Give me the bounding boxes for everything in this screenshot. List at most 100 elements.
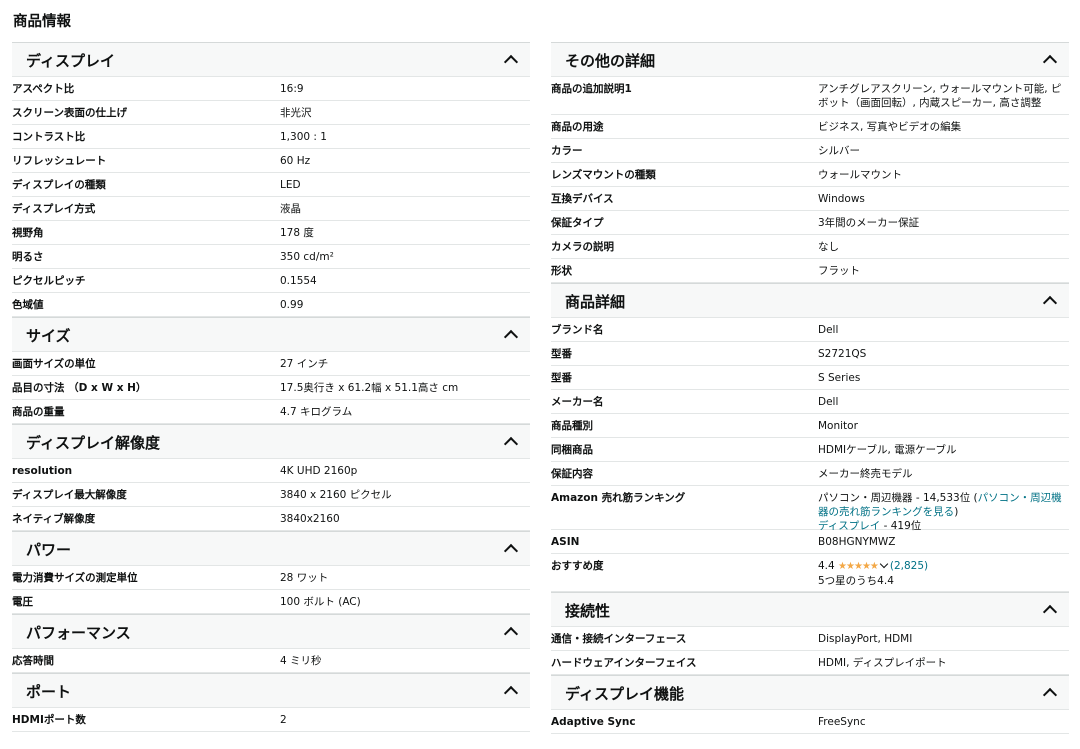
spec-key: 型番 <box>551 372 572 384</box>
spec-row: ディスプレイ最大解像度 3840 x 2160 ピクセル <box>12 483 530 507</box>
chevron-up-icon[interactable] <box>503 54 519 70</box>
spec-key: 商品の重量 <box>12 406 65 418</box>
chevron-up-icon[interactable] <box>503 543 519 559</box>
spec-key: 電力消費サイズの測定単位 <box>12 572 138 584</box>
chevron-up-icon[interactable] <box>1042 604 1058 620</box>
spec-row: 型番 S Series <box>551 366 1069 390</box>
section-header[interactable]: パワー <box>12 531 530 566</box>
spec-value: LED <box>280 179 301 191</box>
spec-row: 互換デバイス Windows <box>551 187 1069 211</box>
section-header[interactable]: パフォーマンス <box>12 614 530 649</box>
spec-value: Dell <box>818 324 839 336</box>
chevron-up-icon[interactable] <box>1042 295 1058 311</box>
page-title: 商品情報 <box>13 14 71 30</box>
spec-key: カラー <box>551 145 583 157</box>
section-header[interactable]: その他の詳細 <box>551 42 1069 77</box>
spec-key: 電圧 <box>12 596 33 608</box>
spec-row: ディスプレイ方式 液晶 <box>12 197 530 221</box>
spec-value: B08HGNYMWZ <box>818 536 896 548</box>
spec-value: 3840x2160 <box>280 513 340 525</box>
spec-row-rating: おすすめ度 4.4 ★★★★★ (2,825) 5つ星のうち4.4 <box>551 554 1069 592</box>
section-header[interactable]: ディスプレイ機能 <box>551 675 1069 710</box>
spec-row: 画面サイズの単位 27 インチ <box>12 352 530 376</box>
chevron-up-icon[interactable] <box>503 626 519 642</box>
section-title: ポート <box>26 683 72 701</box>
spec-value: 1,300 : 1 <box>280 131 327 143</box>
chevron-down-icon[interactable] <box>879 559 889 569</box>
section: パフォーマンス 応答時間 4 ミリ秒 <box>12 614 530 673</box>
spec-value: 液晶 <box>280 203 301 215</box>
spec-key: ピクセルピッチ <box>12 275 86 287</box>
section-header[interactable]: ディスプレイ解像度 <box>12 424 530 459</box>
spec-row: カメラの説明 なし <box>551 235 1069 259</box>
spec-row: ネイティブ解像度 3840x2160 <box>12 507 530 531</box>
spec-row-ranking: Amazon 売れ筋ランキング パソコン・周辺機器 - 14,533位 (パソコ… <box>551 486 1069 533</box>
spec-row: HDMIポート数 2 <box>12 708 530 732</box>
spec-value: 28 ワット <box>280 572 329 584</box>
spec-value: HDMIケーブル, 電源ケーブル <box>818 444 957 456</box>
rating-count-link[interactable]: (2,825) <box>890 560 928 572</box>
spec-key: ブランド名 <box>551 324 604 336</box>
spec-key: ハードウェアインターフェイス <box>551 657 697 669</box>
rank-close: ) <box>954 506 959 518</box>
spec-row: 保証内容 メーカー終売モデル <box>551 462 1069 486</box>
spec-row: メーカー名 Dell <box>551 390 1069 414</box>
spec-key: 互換デバイス <box>551 193 614 205</box>
section: ディスプレイ アスペクト比 16:9 スクリーン表面の仕上げ 非光沢 コントラス… <box>12 42 530 317</box>
spec-row: 明るさ 350 cd/m² <box>12 245 530 269</box>
spec-value: FreeSync <box>818 716 866 728</box>
section: ディスプレイ解像度 resolution 4K UHD 2160p ディスプレイ… <box>12 424 530 531</box>
spec-row: ブランド名 Dell <box>551 318 1069 342</box>
spec-key: 応答時間 <box>12 655 54 667</box>
spec-key: 明るさ <box>12 251 44 263</box>
spec-row: 商品の用途 ビジネス, 写真やビデオの編集 <box>551 115 1069 139</box>
star-rating-icon[interactable]: ★★★★★ <box>838 561 879 572</box>
chevron-up-icon[interactable] <box>503 329 519 345</box>
rank-category-text: パソコン・周辺機器 - 14,533位 ( <box>818 492 978 504</box>
chevron-up-icon[interactable] <box>503 685 519 701</box>
section-header[interactable]: ポート <box>12 673 530 708</box>
spec-value: 350 cd/m² <box>280 251 334 263</box>
section: サイズ 画面サイズの単位 27 インチ 品目の寸法 （D x W x H） 17… <box>12 317 530 424</box>
spec-value: 非光沢 <box>280 107 312 119</box>
spec-key: 視野角 <box>12 227 44 239</box>
section-title: 接続性 <box>565 602 611 620</box>
section: パワー 電力消費サイズの測定単位 28 ワット 電圧 100 ボルト (AC) <box>12 531 530 614</box>
left-column: ディスプレイ アスペクト比 16:9 スクリーン表面の仕上げ 非光沢 コントラス… <box>12 42 530 732</box>
spec-row: 電圧 100 ボルト (AC) <box>12 590 530 614</box>
spec-key: resolution <box>12 465 73 477</box>
section-title: ディスプレイ解像度 <box>26 434 160 452</box>
spec-value: なし <box>818 241 839 253</box>
section-header[interactable]: 商品詳細 <box>551 283 1069 318</box>
spec-value: 17.5奥行き x 61.2幅 x 51.1高さ cm <box>280 382 459 394</box>
spec-row-asin: ASIN B08HGNYMWZ <box>551 530 1069 554</box>
chevron-up-icon[interactable] <box>1042 54 1058 70</box>
spec-key: スクリーン表面の仕上げ <box>12 107 127 119</box>
spec-key: メーカー名 <box>551 396 604 408</box>
spec-row: ディスプレイの種類 LED <box>12 173 530 197</box>
spec-row: 色域値 0.99 <box>12 293 530 317</box>
spec-value: 4.7 キログラム <box>280 406 353 418</box>
spec-key: 商品の追加説明1 <box>551 83 632 95</box>
section-title: その他の詳細 <box>565 52 656 70</box>
spec-value: パソコン・周辺機器 - 14,533位 (パソコン・周辺機器の売れ筋ランキングを… <box>818 491 1066 533</box>
spec-row: 保証タイプ 3年間のメーカー保証 <box>551 211 1069 235</box>
spec-key: ディスプレイの種類 <box>12 179 106 191</box>
chevron-up-icon[interactable] <box>1042 687 1058 703</box>
chevron-up-icon[interactable] <box>503 436 519 452</box>
section-header[interactable]: 接続性 <box>551 592 1069 627</box>
section: ポート HDMIポート数 2 <box>12 673 530 732</box>
spec-key: 形状 <box>551 265 572 277</box>
section: ディスプレイ機能 Adaptive Sync FreeSync <box>551 675 1069 734</box>
spec-value: アンチグレアスクリーン, ウォールマウント可能, ピボット（画面回転）, 内蔵ス… <box>818 83 1062 109</box>
section-title: パフォーマンス <box>26 624 131 642</box>
rating-out-of: 5つ星のうち4.4 <box>818 575 894 587</box>
section-header[interactable]: サイズ <box>12 317 530 352</box>
section-header[interactable]: ディスプレイ <box>12 42 530 77</box>
spec-row: 形状 フラット <box>551 259 1069 283</box>
spec-value: 0.99 <box>280 299 304 311</box>
spec-key: 通信・接続インターフェース <box>551 633 687 645</box>
spec-value: 4.4 ★★★★★ (2,825) 5つ星のうち4.4 <box>818 559 1066 588</box>
spec-value: Dell <box>818 396 839 408</box>
spec-key: 保証タイプ <box>551 217 604 229</box>
